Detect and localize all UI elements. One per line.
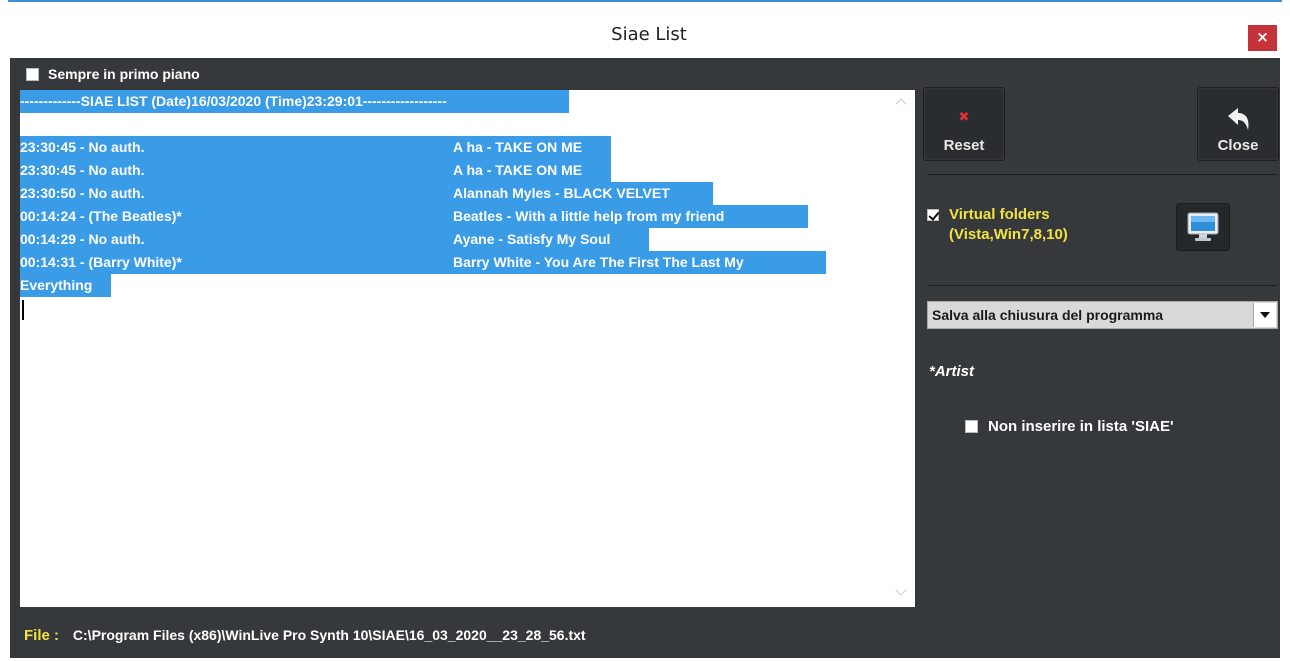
virtual-folders-option[interactable] bbox=[927, 206, 939, 225]
file-path: C:\Program Files (x86)\WinLive Pro Synth… bbox=[72, 627, 586, 643]
log-entry-time: 00:14:29 - No auth. bbox=[20, 231, 145, 247]
log-entry: 23:30:45 - No auth. A ha - TAKE ON ME bbox=[20, 136, 611, 159]
file-label: File : bbox=[24, 627, 60, 644]
log-entry-time: 00:14:24 - (The Beatles)* bbox=[20, 208, 182, 224]
log-entry: 00:14:24 - (The Beatles)* Beatles - With… bbox=[20, 205, 808, 228]
vertical-scrollbar[interactable] bbox=[888, 90, 915, 607]
siae-log-textarea[interactable]: -------------SIAE LIST (Date)16/03/2020 … bbox=[20, 90, 915, 607]
log-entry-song: A ha - TAKE ON ME bbox=[453, 139, 583, 155]
log-entry-wrap-text: Everything bbox=[20, 274, 111, 297]
reset-label: Reset bbox=[943, 137, 985, 154]
exclude-siae-label: Non inserire in lista 'SIAE' bbox=[988, 418, 1174, 435]
log-entry: 23:30:45 - No auth. A ha - TAKE ON ME bbox=[20, 159, 611, 182]
exclude-siae-checkbox[interactable] bbox=[965, 420, 978, 433]
close-button[interactable]: Close bbox=[1197, 87, 1279, 161]
virtual-folders-button[interactable] bbox=[1176, 203, 1230, 251]
log-entry: 00:14:29 - No auth. Ayane - Satisfy My S… bbox=[20, 228, 649, 251]
always-on-top-option[interactable]: Sempre in primo piano bbox=[26, 65, 200, 83]
virtual-folders-label: Virtual folders (Vista,Win7,8,10) bbox=[949, 205, 1068, 245]
log-entry-song: Ayane - Satisfy My Soul bbox=[453, 231, 611, 247]
file-path-bar: File : C:\Program Files (x86)\WinLive Pr… bbox=[24, 627, 586, 644]
log-entry-song: Alannah Myles - BLACK VELVET bbox=[453, 185, 670, 201]
log-entry-song: Barry White - You Are The First The Last… bbox=[453, 254, 744, 270]
log-entry-wrap: Everything bbox=[20, 274, 111, 297]
log-entry: 00:14:31 - (Barry White)* Barry White - … bbox=[20, 251, 826, 274]
log-entry-time: 00:14:31 - (Barry White)* bbox=[20, 254, 182, 270]
scroll-up-icon[interactable] bbox=[895, 98, 907, 110]
virtual-folders-line1: Virtual folders bbox=[949, 206, 1050, 223]
text-caret bbox=[22, 300, 24, 320]
always-on-top-label: Sempre in primo piano bbox=[48, 66, 200, 82]
virtual-folders-line2: (Vista,Win7,8,10) bbox=[949, 226, 1068, 243]
log-entry-song: Beatles - With a little help from my fri… bbox=[453, 208, 725, 224]
title-bar[interactable]: Siae List × bbox=[8, 2, 1280, 58]
reset-x-icon: ✖ bbox=[958, 110, 970, 125]
siae-list-window: Siae List × Sempre in primo piano ------… bbox=[8, 0, 1282, 661]
save-mode-select[interactable]: Salva alla chiusura del programma bbox=[927, 301, 1278, 329]
close-label: Close bbox=[1217, 137, 1259, 154]
log-header: -------------SIAE LIST (Date)16/03/2020 … bbox=[20, 90, 569, 113]
always-on-top-checkbox[interactable] bbox=[26, 67, 39, 81]
virtual-folders-checkbox[interactable] bbox=[927, 209, 939, 221]
log-entry-song: A ha - TAKE ON ME bbox=[453, 162, 583, 178]
artist-note: *Artist bbox=[929, 363, 975, 380]
reset-button[interactable]: ✖ Reset bbox=[923, 87, 1005, 161]
log-entry-time: 23:30:50 - No auth. bbox=[20, 185, 145, 201]
scroll-down-icon[interactable] bbox=[895, 584, 907, 596]
main-panel: Sempre in primo piano -------------SIAE … bbox=[10, 58, 1280, 658]
log-header-line: -------------SIAE LIST (Date)16/03/2020 … bbox=[20, 90, 569, 113]
log-entry: 23:30:50 - No auth. Alannah Myles - BLAC… bbox=[20, 182, 713, 205]
exclude-siae-option[interactable]: Non inserire in lista 'SIAE' bbox=[965, 418, 1174, 435]
window-close-button[interactable]: × bbox=[1248, 25, 1277, 51]
separator bbox=[927, 174, 1277, 175]
separator bbox=[927, 285, 1277, 286]
save-mode-value: Salva alla chiusura del programma bbox=[932, 307, 1164, 323]
window-title: Siae List bbox=[611, 24, 687, 45]
log-entry-time: 23:30:45 - No auth. bbox=[20, 139, 145, 155]
close-arrow-icon bbox=[1228, 108, 1249, 130]
dropdown-arrow-icon[interactable] bbox=[1253, 303, 1276, 327]
log-entry-time: 23:30:45 - No auth. bbox=[20, 162, 145, 178]
monitor-icon bbox=[1187, 212, 1219, 241]
